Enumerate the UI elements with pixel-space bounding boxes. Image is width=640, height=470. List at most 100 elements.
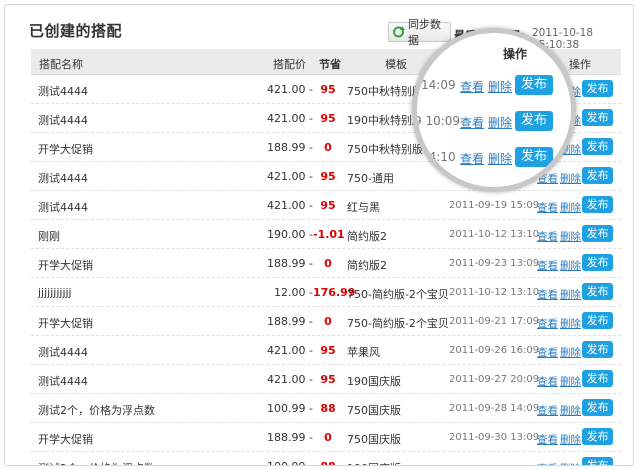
- delete-link[interactable]: 删除: [560, 374, 581, 389]
- row-name: 开学大促销: [38, 259, 93, 272]
- delete-link[interactable]: 删除: [560, 403, 581, 418]
- magnifier-header: 操作: [503, 47, 528, 61]
- row-name: 测试2个，价格为浮点数: [38, 404, 155, 417]
- row-date: 2011-09-28 14:09: [449, 403, 540, 414]
- publish-button[interactable]: 发布: [582, 457, 613, 465]
- publish-button[interactable]: 发布: [582, 341, 613, 358]
- row-price: 188.99 -: [267, 431, 313, 444]
- view-link[interactable]: 查看: [537, 403, 558, 418]
- row-price: 100.99 -: [267, 460, 313, 465]
- row-template: 750国庆版: [347, 404, 401, 417]
- col-name: 搭配名称: [39, 58, 83, 71]
- row-save: 88: [313, 460, 343, 465]
- row-template: 750中秋特别版: [347, 85, 423, 98]
- row-price: 188.99 -: [267, 257, 313, 270]
- magnifier-date: 14:10: [421, 150, 456, 164]
- row-date: 2011-09-21 17:09: [449, 316, 540, 327]
- row-save: -1.01: [313, 228, 345, 241]
- delete-link[interactable]: 删除: [560, 258, 581, 273]
- publish-button[interactable]: 发布: [582, 399, 613, 416]
- row-date: 2011-09-27 20:09: [449, 374, 540, 385]
- col-actions: 操作: [569, 58, 591, 71]
- delete-link[interactable]: 删除: [560, 287, 581, 302]
- row-template: 简约版2: [347, 230, 387, 243]
- row-date: 2011-09-19 15:09: [449, 200, 540, 211]
- row-template: 苹果风: [347, 346, 380, 359]
- magnifier-publish-button[interactable]: 发布: [515, 111, 553, 131]
- publish-button[interactable]: 发布: [582, 80, 613, 97]
- row-name: 测试2个，价格为浮点数: [38, 460, 155, 465]
- publish-button[interactable]: 发布: [582, 312, 613, 329]
- magnifier-view-link[interactable]: 查看: [460, 150, 484, 167]
- publish-button[interactable]: 发布: [582, 254, 613, 271]
- publish-button[interactable]: 发布: [582, 428, 613, 445]
- row-price: 188.99 -: [267, 315, 313, 328]
- table-row: 开学大促销 188.99 - 0 简约版2 2011-09-23 13:09 查看 删除 发布: [31, 249, 621, 278]
- magnifier-view-link[interactable]: 查看: [460, 78, 484, 95]
- row-price: 421.00 -: [267, 344, 313, 357]
- publish-button[interactable]: 发布: [582, 138, 613, 155]
- magnifier: 操作 14:09 查看 删除 发布 9 10:09 查看 删除 发布 14:10…: [412, 28, 576, 192]
- refresh-icon: [391, 25, 406, 39]
- row-template: 750-通用: [347, 172, 394, 185]
- magnifier-date: 14:09: [421, 78, 456, 92]
- view-link[interactable]: 查看: [537, 461, 558, 465]
- row-name: 开学大促销: [38, 433, 93, 446]
- row-price: 12.00 -: [274, 286, 313, 299]
- panel: 已创建的搭配 同步数据 最后更新时间: 2011-10-18 15:10:38 …: [4, 4, 634, 466]
- row-name: 刚刚: [38, 230, 60, 243]
- view-link[interactable]: 查看: [537, 345, 558, 360]
- row-price: 421.00 -: [267, 83, 313, 96]
- magnifier-row: 14:09 查看 删除 发布: [417, 75, 571, 97]
- row-save: 95: [320, 344, 336, 357]
- row-date: 2011-10-12 13:10: [449, 287, 540, 298]
- delete-link[interactable]: 删除: [560, 171, 581, 186]
- table-row: jjjjjjjjjjj 12.00 -176.99 750-简约版-2个宝贝 2011…: [31, 278, 621, 307]
- delete-link[interactable]: 删除: [560, 200, 581, 215]
- row-save: 176.99: [313, 286, 356, 299]
- magnifier-view-link[interactable]: 查看: [460, 114, 484, 131]
- publish-button[interactable]: 发布: [582, 370, 613, 387]
- magnifier-delete-link[interactable]: 删除: [488, 78, 512, 95]
- row-save: 88: [320, 402, 336, 415]
- row-name: 测试4444: [38, 346, 88, 359]
- delete-link[interactable]: 删除: [560, 461, 581, 465]
- view-link[interactable]: 查看: [537, 200, 558, 215]
- table-row: 测试4444 421.00 - 95 红与黑 2011-09-19 15:09 查看 删除发…: [31, 191, 621, 220]
- table-row: 测试2个，价格为浮点数 100.99 -88 190国庆版 查看删除发布: [31, 452, 621, 465]
- view-link[interactable]: 查看: [537, 229, 558, 244]
- row-date: 2011-09-26 16:09: [449, 345, 540, 356]
- view-link[interactable]: 查看: [537, 258, 558, 273]
- publish-button[interactable]: 发布: [582, 109, 613, 126]
- sync-data-button[interactable]: 同步数据: [388, 18, 451, 47]
- delete-link[interactable]: 删除: [560, 316, 581, 331]
- row-save: 0: [324, 257, 332, 270]
- table-row: 刚刚 190.00 - -1.01 简约版2 2011-10-12 13:10 查看 删除发…: [31, 220, 621, 249]
- delete-link[interactable]: 删除: [560, 345, 581, 360]
- row-save: 95: [320, 83, 336, 96]
- magnifier-publish-button[interactable]: 发布: [515, 75, 553, 95]
- row-template: 190国庆版: [347, 375, 401, 388]
- publish-button[interactable]: 发布: [582, 196, 613, 213]
- publish-button[interactable]: 发布: [582, 167, 613, 184]
- magnifier-publish-button[interactable]: 发布: [515, 147, 553, 167]
- row-template: 红与黑: [347, 201, 380, 214]
- delete-link[interactable]: 删除: [560, 229, 581, 244]
- view-link[interactable]: 查看: [537, 432, 558, 447]
- publish-button[interactable]: 发布: [582, 283, 613, 300]
- publish-button[interactable]: 发布: [582, 225, 613, 242]
- view-link[interactable]: 查看: [537, 316, 558, 331]
- magnifier-delete-link[interactable]: 删除: [488, 150, 512, 167]
- row-price: 421.00 -: [267, 170, 313, 183]
- view-link[interactable]: 查看: [537, 287, 558, 302]
- row-name: 测试4444: [38, 114, 88, 127]
- col-template: 模板: [385, 58, 407, 71]
- magnifier-delete-link[interactable]: 删除: [488, 114, 512, 131]
- row-date: 2011-09-23 13:09: [449, 258, 540, 269]
- delete-link[interactable]: 删除: [560, 432, 581, 447]
- row-name: 测试4444: [38, 172, 88, 185]
- table-row: 开学大促销 188.99 - 0 750国庆版 2011-09-30 13:09 查看 删除…: [31, 423, 621, 452]
- view-link[interactable]: 查看: [537, 374, 558, 389]
- row-save: 0: [324, 141, 332, 154]
- row-save: 95: [320, 199, 336, 212]
